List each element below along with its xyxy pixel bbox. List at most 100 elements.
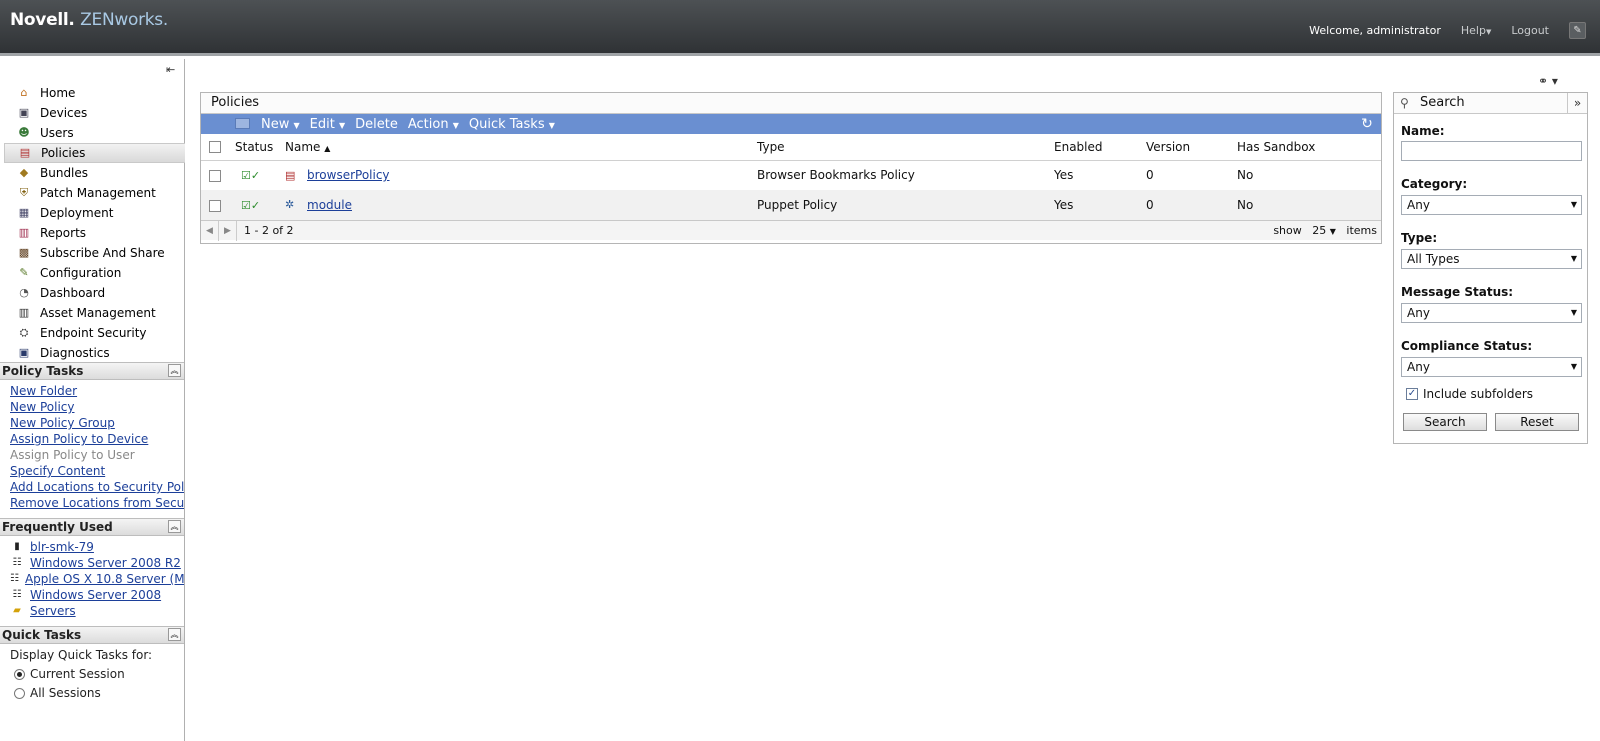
task-new-policy-group[interactable]: New Policy Group	[10, 415, 184, 431]
freq-link[interactable]: Servers	[30, 603, 76, 619]
col-name[interactable]: Name ▲	[285, 134, 757, 161]
next-page-icon[interactable]: ▶	[219, 220, 237, 241]
bookmark-link-icon[interactable]: ⚭ ▾	[1538, 74, 1558, 88]
row-checkbox[interactable]	[209, 199, 221, 212]
checkbox-checked-icon[interactable]: ✓	[1406, 388, 1418, 400]
nav-item-diagnostics[interactable]: ▣ Diagnostics	[0, 343, 185, 363]
sandbox-cell: No	[1237, 190, 1381, 220]
search-button[interactable]: Search	[1403, 413, 1487, 431]
compliance-status-select[interactable]: Any ▼	[1401, 357, 1582, 377]
row-checkbox[interactable]	[209, 169, 221, 182]
patch-icon: ⛨	[19, 186, 29, 199]
freq-link[interactable]: Windows Server 2008 R2	[30, 555, 181, 571]
configuration-icon: ✎	[19, 266, 29, 279]
chevron-down-icon: ▼	[1329, 227, 1336, 236]
wrench-icon[interactable]: ✎	[1569, 22, 1586, 39]
reset-button[interactable]: Reset	[1495, 413, 1579, 431]
include-subfolders-label: Include subfolders	[1423, 387, 1534, 401]
nav-item-devices[interactable]: ▣ Devices	[0, 103, 185, 123]
logout-link[interactable]: Logout	[1511, 24, 1549, 37]
col-status[interactable]: Status	[235, 134, 285, 161]
task-new-policy[interactable]: New Policy	[10, 399, 184, 415]
logo-product: ZENworks.	[80, 10, 168, 30]
page-size-select[interactable]: 25 ▼	[1312, 224, 1336, 237]
task-assign-policy-to-device[interactable]: Assign Policy to Device	[10, 431, 184, 447]
home-icon: ⌂	[20, 86, 28, 99]
edit-menu-button[interactable]: Edit ▼	[310, 117, 345, 132]
collapse-panel-icon[interactable]: ︽	[168, 628, 181, 641]
task-specify-content[interactable]: Specify Content	[10, 463, 184, 479]
nav-item-dashboard[interactable]: ◔ Dashboard	[0, 283, 185, 303]
nav-item-endpoint-security[interactable]: ⛭ Endpoint Security	[0, 323, 185, 343]
chevron-down-icon: ▼	[548, 120, 555, 130]
nav-item-reports[interactable]: ▥ Reports	[0, 223, 185, 243]
new-menu-button[interactable]: New ▼	[261, 117, 300, 132]
nav-item-patch-management[interactable]: ⛨ Patch Management	[0, 183, 185, 203]
chevron-down-icon: ▼	[1570, 308, 1577, 317]
quick-tasks-header: Quick Tasks ︽	[0, 626, 184, 644]
novell-zenworks-logo: Novell. ZENworks.	[10, 10, 168, 30]
quick-tasks-title: Quick Tasks	[2, 628, 82, 642]
col-has-sandbox[interactable]: Has Sandbox	[1237, 134, 1381, 161]
collapse-search-icon[interactable]: »	[1567, 93, 1587, 113]
help-menu[interactable]: Help▼	[1461, 24, 1491, 37]
col-version[interactable]: Version	[1146, 134, 1237, 161]
status-ok-icon: ☑✓	[241, 169, 261, 183]
task-add-locations[interactable]: Add Locations to Security Poli	[10, 479, 184, 495]
nav-item-policies[interactable]: ▤ Policies	[4, 143, 185, 163]
server-group-icon: ☷	[12, 557, 22, 568]
freq-link[interactable]: Windows Server 2008	[30, 587, 161, 603]
list-item: ▰ Servers	[10, 603, 184, 619]
policy-name-link[interactable]: module	[307, 198, 352, 212]
collapse-sidebar-icon[interactable]: ⇤	[166, 63, 175, 76]
col-type[interactable]: Type	[757, 134, 1054, 161]
message-status-select[interactable]: Any ▼	[1401, 303, 1582, 323]
nav-item-subscribe-and-share[interactable]: ▩ Subscribe And Share	[0, 243, 185, 263]
nav-item-bundles[interactable]: ◆ Bundles	[0, 163, 185, 183]
freq-link[interactable]: blr-smk-79	[30, 539, 94, 555]
message-status-value: Any	[1407, 306, 1430, 320]
task-new-folder[interactable]: New Folder	[10, 383, 184, 399]
delete-button[interactable]: Delete	[355, 117, 398, 132]
name-input[interactable]	[1401, 141, 1582, 161]
policies-panel: Policies New ▼ Edit ▼ Delete Action ▼ Qu…	[200, 92, 1382, 244]
policy-name-link[interactable]: browserPolicy	[307, 168, 390, 182]
radio-button[interactable]	[14, 668, 25, 680]
freq-link[interactable]: Apple OS X 10.8 Server (M	[25, 571, 184, 587]
nav-item-deployment[interactable]: ▦ Deployment	[0, 203, 185, 223]
folder-up-icon[interactable]	[235, 118, 250, 129]
refresh-icon[interactable]: ↻	[1359, 116, 1375, 132]
sandbox-cell: No	[1237, 168, 1254, 183]
row-select-cell	[201, 160, 235, 190]
new-label: New	[261, 116, 290, 132]
type-select[interactable]: All Types ▼	[1401, 249, 1582, 269]
quick-tasks-menu-button[interactable]: Quick Tasks ▼	[469, 117, 555, 132]
col-enabled[interactable]: Enabled	[1054, 134, 1146, 161]
search-icon: ⚲	[1400, 96, 1409, 110]
include-subfolders-checkbox[interactable]: ✓ Include subfolders	[1406, 387, 1533, 401]
show-label: show	[1273, 224, 1302, 237]
chevron-down-icon: ▼	[1485, 28, 1492, 36]
task-remove-locations[interactable]: Remove Locations from Secur	[10, 495, 184, 511]
collapse-panel-icon[interactable]: ︽	[168, 364, 181, 377]
nav-label: Asset Management	[40, 306, 156, 320]
enabled-cell: Yes	[1054, 190, 1146, 220]
welcome-text: Welcome, administrator	[1309, 24, 1441, 37]
radio-current-session[interactable]: Current Session	[14, 667, 125, 681]
chevron-down-icon: ▼	[1570, 362, 1577, 371]
action-menu-button[interactable]: Action ▼	[408, 117, 459, 132]
nav-item-users[interactable]: ☻ Users	[0, 123, 185, 143]
prev-page-icon[interactable]: ◀	[201, 220, 219, 241]
nav-item-home[interactable]: ⌂ Home	[0, 83, 185, 103]
nav-item-asset-management[interactable]: ▥ Asset Management	[0, 303, 185, 323]
device-icon: ▮	[14, 541, 20, 552]
chevron-down-icon: ▼	[452, 120, 459, 130]
nav-item-configuration[interactable]: ✎ Configuration	[0, 263, 185, 283]
deployment-icon: ▦	[18, 206, 30, 219]
category-select[interactable]: Any ▼	[1401, 195, 1582, 215]
collapse-panel-icon[interactable]: ︽	[168, 520, 181, 533]
nav-label: Patch Management	[40, 186, 156, 200]
select-all-checkbox[interactable]	[209, 141, 221, 154]
radio-all-sessions[interactable]: All Sessions	[14, 686, 101, 700]
radio-button[interactable]	[14, 687, 25, 699]
